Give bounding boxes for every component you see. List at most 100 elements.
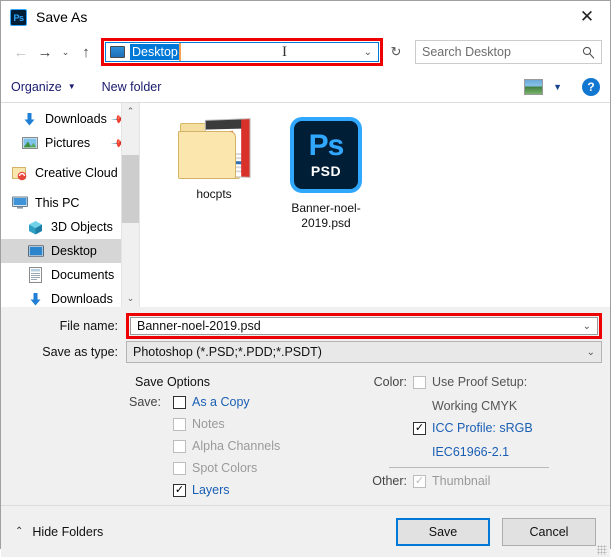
checkbox-label: Thumbnail: [432, 474, 491, 488]
close-icon[interactable]: ✕: [564, 1, 610, 33]
checkbox-row-alpha-channels[interactable]: Alpha Channels: [129, 439, 351, 461]
checkbox-notes[interactable]: [173, 418, 186, 431]
checkbox-row-layers[interactable]: ✓ Layers: [129, 483, 351, 505]
search-placeholder: Search Desktop: [422, 45, 511, 59]
sidebar-item-label: Downloads: [51, 292, 113, 306]
scroll-down-icon[interactable]: ⌄: [122, 290, 139, 307]
save-key-label: Save:: [129, 395, 161, 409]
cancel-button[interactable]: Cancel: [502, 517, 596, 546]
sidebar-item-pictures[interactable]: Pictures 📌: [1, 131, 139, 155]
back-icon[interactable]: ←: [9, 39, 33, 65]
save-options-group: Save Options Save: As a Copy Notes Alpha…: [1, 375, 351, 505]
list-item[interactable]: Ps PSD Banner-noel-2019.psd: [274, 117, 378, 231]
refresh-icon[interactable]: ↻: [385, 39, 407, 65]
scroll-up-icon[interactable]: ⌃: [122, 103, 139, 120]
sidebar-item-downloads[interactable]: Downloads 📌: [1, 107, 139, 131]
command-bar-right: ▼ ?: [524, 77, 600, 96]
checkbox-thumbnail[interactable]: ✓: [413, 475, 426, 488]
new-folder-button[interactable]: New folder: [102, 80, 162, 94]
save-as-type-select[interactable]: Photoshop (*.PSD;*.PDD;*.PSDT) ⌄: [126, 341, 602, 363]
sidebar-item-desktop[interactable]: Desktop: [1, 239, 139, 263]
file-name-label: File name:: [59, 319, 118, 333]
sidebar-item-label: This PC: [35, 196, 80, 210]
scrollbar-thumb[interactable]: [122, 155, 139, 223]
sidebar-item-creative-cloud-files[interactable]: Creative Cloud Fi: [1, 161, 139, 185]
title-bar: Ps Save As ✕: [1, 1, 610, 33]
chevron-down-icon[interactable]: ⌄: [364, 47, 372, 58]
file-name-input[interactable]: Banner-noel-2019.psd ⌄: [130, 317, 598, 335]
download-arrow-icon: [21, 111, 38, 128]
organize-button[interactable]: Organize ▼: [11, 80, 76, 94]
footer-buttons: Save Cancel: [396, 517, 596, 546]
file-name-label: Banner-noel-2019.psd: [291, 201, 361, 230]
help-icon[interactable]: ?: [582, 77, 600, 96]
browse-area: Downloads 📌 Pictures 📌 Creative Cloud Fi…: [1, 103, 610, 307]
sidebar-item-documents[interactable]: Documents: [1, 263, 139, 287]
creative-cloud-files-icon: [11, 165, 28, 182]
chevron-down-icon[interactable]: ⌄: [587, 347, 595, 358]
checkbox-as-a-copy[interactable]: [173, 396, 186, 409]
address-input[interactable]: Desktop I ⌄: [105, 42, 379, 62]
this-pc-icon: [11, 195, 28, 212]
checkbox-spot-colors[interactable]: [173, 462, 186, 475]
save-button[interactable]: Save: [396, 517, 490, 546]
icc-profile-sub-label: IEC61966-2.1: [432, 445, 510, 459]
checkbox-row-use-proof-setup[interactable]: Color: Use Proof Setup:: [359, 375, 610, 397]
window-title: Save As: [36, 9, 88, 25]
3d-objects-icon: [27, 219, 44, 236]
recent-locations-icon[interactable]: ⌄: [57, 39, 74, 65]
download-arrow-icon: [27, 291, 44, 308]
forward-icon[interactable]: →: [33, 39, 57, 65]
checkbox-use-proof-setup[interactable]: [413, 376, 426, 389]
resize-grip-icon[interactable]: [597, 545, 607, 555]
documents-icon: [27, 267, 44, 284]
sidebar-item-this-pc[interactable]: This PC: [1, 191, 139, 215]
save-as-type-label: Save as type:: [42, 345, 118, 359]
checkbox-icc-profile[interactable]: ✓: [413, 422, 426, 435]
desktop-icon: [110, 46, 125, 58]
sidebar-item-3d-objects[interactable]: 3D Objects: [1, 215, 139, 239]
sidebar-item-downloads-2[interactable]: Downloads: [1, 287, 139, 307]
search-input[interactable]: Search Desktop: [415, 40, 602, 64]
desktop-icon: [27, 243, 44, 260]
checkbox-label: Notes: [192, 417, 225, 431]
sidebar-item-label: Downloads: [45, 112, 107, 126]
checkbox-label: Alpha Channels: [192, 439, 281, 453]
color-options-group: Color: Use Proof Setup: Working CMYK ✓ I…: [351, 375, 610, 505]
file-list[interactable]: hocpts Ps PSD Banner-noel-2019.psd: [139, 103, 610, 307]
checkbox-row-spot-colors[interactable]: Spot Colors: [129, 461, 351, 483]
checkbox-layers[interactable]: ✓: [173, 484, 186, 497]
other-key-label: Other:: [372, 474, 407, 488]
options-panel: Save Options Save: As a Copy Notes Alpha…: [1, 363, 610, 505]
checkbox-row-icc-profile[interactable]: ✓ ICC Profile: sRGB: [359, 421, 610, 443]
sidebar-scrollbar[interactable]: ⌃ ⌄: [121, 103, 139, 307]
up-icon[interactable]: ↑: [74, 39, 98, 65]
checkbox-row-thumbnail[interactable]: Other: ✓ Thumbnail: [359, 474, 610, 496]
photoshop-icon: Ps: [10, 8, 27, 26]
sidebar-item-label: Pictures: [45, 136, 91, 150]
search-icon: [582, 46, 595, 59]
view-mode-icon[interactable]: [524, 78, 544, 95]
checkbox-label: Use Proof Setup:: [432, 375, 528, 389]
proof-setup-sub-label: Working CMYK: [432, 399, 518, 413]
checkbox-label: Layers: [192, 483, 230, 497]
checkbox-label: ICC Profile: sRGB: [432, 421, 533, 435]
file-name-label: hocpts: [196, 187, 232, 201]
checkbox-alpha-channels[interactable]: [173, 440, 186, 453]
chevron-down-icon[interactable]: ▼: [553, 82, 562, 92]
navigation-bar: ← → ⌄ ↑ Desktop I ⌄ ↻ Search Desktop: [1, 33, 610, 71]
checkbox-label: As a Copy: [192, 395, 250, 409]
hide-folders-button[interactable]: ⌃ Hide Folders: [15, 525, 103, 539]
psd-file-icon: Ps PSD: [290, 117, 362, 193]
chevron-down-icon[interactable]: ⌄: [583, 321, 591, 332]
sidebar-item-label: 3D Objects: [51, 220, 113, 234]
sidebar-item-label: Creative Cloud Fi: [35, 166, 132, 180]
save-as-dialog: Ps Save As ✕ ← → ⌄ ↑ Desktop I ⌄ ↻ Searc…: [0, 0, 611, 557]
checkbox-row-as-a-copy[interactable]: Save: As a Copy: [129, 395, 351, 417]
checkbox-row-notes[interactable]: Notes: [129, 417, 351, 439]
divider: [389, 467, 549, 468]
hide-folders-label: Hide Folders: [32, 524, 104, 539]
psd-sub-badge: PSD: [310, 163, 342, 179]
color-key-label: Color:: [373, 375, 407, 389]
list-item[interactable]: hocpts: [162, 117, 266, 231]
